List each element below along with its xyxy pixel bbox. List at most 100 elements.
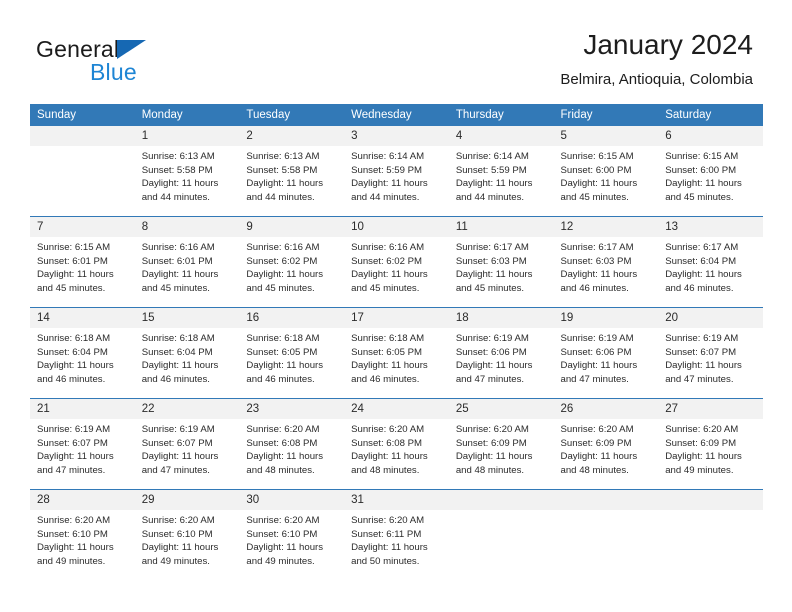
daylight-line-1: Daylight: 11 hours [37,269,114,281]
sunset-line: Sunset: 6:01 PM [141,255,213,267]
calendar-day-cell[interactable]: 3 Sunrise: 6:14 AM Sunset: 5:59 PM Daylight… [344,126,449,217]
daylight-line-1: Daylight: 11 hours [665,451,742,463]
day-number: 8 [134,217,240,237]
calendar-day-cell[interactable]: 16 Sunrise: 6:18 AM Sunset: 6:05 PM Dayligh… [239,307,345,399]
daylight-line-2: and 47 minutes. [665,373,734,385]
calendar-day-cell[interactable]: 24 Sunrise: 6:20 AM Sunset: 6:08 PM Dayligh… [344,398,449,490]
day-sun-info: Sunrise: 6:17 AM Sunset: 6:04 PM Daylight:… [658,237,763,295]
daylight-line-1: Daylight: 11 hours [351,178,428,190]
day-number [448,490,554,510]
calendar-day-cell[interactable]: 22 Sunrise: 6:19 AM Sunset: 6:07 PM Dayligh… [134,398,240,490]
day-sun-info: Sunrise: 6:19 AM Sunset: 6:07 PM Daylight:… [30,419,135,477]
calendar-day-cell[interactable]: 12 Sunrise: 6:17 AM Sunset: 6:03 PM Dayligh… [553,216,659,308]
calendar-page: General Blue January 2024 Belmira, Antio… [0,0,792,612]
sunrise-line: Sunrise: 6:18 AM [141,333,215,344]
calendar-day-cell[interactable]: 5 Sunrise: 6:15 AM Sunset: 6:00 PM Daylight… [553,126,659,217]
calendar-day-cell[interactable]: 9 Sunrise: 6:16 AM Sunset: 6:02 PM Daylight… [239,216,345,308]
page-header: General Blue January 2024 Belmira, Antio… [0,0,792,100]
sunset-line: Sunset: 6:10 PM [141,528,213,540]
day-sun-info: Sunrise: 6:18 AM Sunset: 6:04 PM Daylight:… [135,328,240,386]
logo-triangle-icon [117,40,146,59]
calendar-day-cell[interactable]: 1 Sunrise: 6:13 AM Sunset: 5:58 PM Daylight… [134,126,240,217]
sunset-line: Sunset: 6:03 PM [560,255,632,267]
day-number [553,490,659,510]
day-number [30,126,135,146]
calendar-week-row: 28 Sunrise: 6:20 AM Sunset: 6:10 PM Dayligh… [30,489,763,580]
day-sun-info: Sunrise: 6:13 AM Sunset: 5:58 PM Daylight:… [135,146,240,204]
daylight-line-2: and 45 minutes. [455,282,525,294]
calendar-day-cell[interactable]: 31 Sunrise: 6:20 AM Sunset: 6:11 PM Dayligh… [344,489,449,580]
sunset-line: Sunset: 6:09 PM [560,437,632,449]
calendar-day-cell[interactable]: 2 Sunrise: 6:13 AM Sunset: 5:58 PM Daylight… [239,126,345,217]
day-number: 30 [239,490,345,510]
calendar-day-cell[interactable]: 29 Sunrise: 6:20 AM Sunset: 6:10 PM Dayligh… [134,489,240,580]
daylight-line-1: Daylight: 11 hours [455,360,533,372]
sunset-line: Sunset: 6:02 PM [351,255,423,267]
sunrise-line: Sunrise: 6:20 AM [37,515,111,526]
day-sun-info: Sunrise: 6:20 AM Sunset: 6:10 PM Daylight:… [30,510,135,568]
day-sun-info: Sunrise: 6:15 AM Sunset: 6:00 PM Daylight:… [554,146,659,204]
calendar-header-row: Sunday Monday Tuesday Wednesday Thursday Frid… [30,104,763,126]
sunrise-line: Sunrise: 6:20 AM [141,515,215,526]
calendar-day-cell[interactable]: 25 Sunrise: 6:20 AM Sunset: 6:09 PM Dayligh… [448,398,554,490]
sunrise-line: Sunrise: 6:17 AM [665,242,739,253]
calendar-day-cell[interactable]: 13 Sunrise: 6:17 AM Sunset: 6:04 PM Dayligh… [658,216,763,308]
daylight-line-2: and 45 minutes. [351,282,420,294]
day-sun-info: Sunrise: 6:20 AM Sunset: 6:09 PM Daylight:… [554,419,659,477]
day-number: 21 [30,399,135,419]
calendar-day-cell[interactable]: 15 Sunrise: 6:18 AM Sunset: 6:04 PM Dayligh… [134,307,240,399]
calendar-day-cell[interactable]: 21 Sunrise: 6:19 AM Sunset: 6:07 PM Dayligh… [30,398,135,490]
day-number: 4 [448,126,554,146]
calendar-day-cell-empty [30,126,135,217]
calendar-day-cell[interactable]: 8 Sunrise: 6:16 AM Sunset: 6:01 PM Daylight… [134,216,240,308]
calendar-day-cell[interactable]: 20 Sunrise: 6:19 AM Sunset: 6:07 PM Dayligh… [658,307,763,399]
page-subtitle: Belmira, Antioquia, Colombia [560,71,753,88]
calendar-day-cell[interactable]: 11 Sunrise: 6:17 AM Sunset: 6:03 PM Dayligh… [448,216,554,308]
daylight-line-1: Daylight: 11 hours [560,451,638,463]
day-number: 6 [658,126,763,146]
calendar-day-cell[interactable]: 23 Sunrise: 6:20 AM Sunset: 6:08 PM Dayligh… [239,398,345,490]
sunset-line: Sunset: 5:59 PM [455,164,527,176]
calendar-day-cell[interactable]: 19 Sunrise: 6:19 AM Sunset: 6:06 PM Dayligh… [553,307,659,399]
day-sun-info: Sunrise: 6:18 AM Sunset: 6:04 PM Daylight:… [30,328,135,386]
sunset-line: Sunset: 6:07 PM [141,437,213,449]
daylight-line-2: and 48 minutes. [246,464,315,476]
calendar-day-cell[interactable]: 14 Sunrise: 6:18 AM Sunset: 6:04 PM Dayligh… [30,307,135,399]
daylight-line-2: and 46 minutes. [246,373,315,385]
calendar-day-cell[interactable]: 10 Sunrise: 6:16 AM Sunset: 6:02 PM Dayligh… [344,216,449,308]
calendar-day-cell[interactable]: 4 Sunrise: 6:14 AM Sunset: 5:59 PM Daylight… [448,126,554,217]
calendar-day-cell[interactable]: 6 Sunrise: 6:15 AM Sunset: 6:00 PM Daylight… [658,126,763,217]
calendar-day-cell[interactable]: 27 Sunrise: 6:20 AM Sunset: 6:09 PM Dayligh… [658,398,763,490]
daylight-line-2: and 44 minutes. [351,191,420,203]
calendar-day-cell[interactable]: 18 Sunrise: 6:19 AM Sunset: 6:06 PM Dayligh… [448,307,554,399]
day-sun-info: Sunrise: 6:15 AM Sunset: 6:00 PM Daylight:… [658,146,763,204]
daylight-line-1: Daylight: 11 hours [665,360,742,372]
daylight-line-1: Daylight: 11 hours [455,178,533,190]
day-number: 15 [134,308,240,328]
daylight-line-1: Daylight: 11 hours [351,360,428,372]
calendar-day-cell[interactable]: 26 Sunrise: 6:20 AM Sunset: 6:09 PM Dayligh… [553,398,659,490]
daylight-line-2: and 46 minutes. [560,282,629,294]
day-number: 27 [658,399,763,419]
weekday-header-tuesday: Tuesday [239,104,345,126]
calendar-day-cell[interactable]: 30 Sunrise: 6:20 AM Sunset: 6:10 PM Dayligh… [239,489,345,580]
calendar-body: 1 Sunrise: 6:13 AM Sunset: 5:58 PM Daylight… [30,126,763,580]
sunrise-line: Sunrise: 6:20 AM [351,424,425,435]
daylight-line-2: and 49 minutes. [141,555,210,567]
calendar-day-cell-empty [658,489,763,580]
day-number: 16 [239,308,345,328]
calendar-day-cell[interactable]: 7 Sunrise: 6:15 AM Sunset: 6:01 PM Daylight… [30,216,135,308]
calendar-day-cell[interactable]: 17 Sunrise: 6:18 AM Sunset: 6:05 PM Dayligh… [344,307,449,399]
daylight-line-2: and 44 minutes. [455,191,525,203]
daylight-line-2: and 47 minutes. [455,373,525,385]
daylight-line-2: and 48 minutes. [351,464,420,476]
general-blue-logo[interactable]: General Blue [36,36,236,92]
day-sun-info: Sunrise: 6:19 AM Sunset: 6:07 PM Daylight:… [658,328,763,386]
day-number: 23 [239,399,345,419]
calendar-day-cell[interactable]: 28 Sunrise: 6:20 AM Sunset: 6:10 PM Dayligh… [30,489,135,580]
day-number [658,490,763,510]
daylight-line-2: and 45 minutes. [141,282,210,294]
daylight-line-2: and 46 minutes. [351,373,420,385]
sunrise-line: Sunrise: 6:19 AM [37,424,111,435]
daylight-line-1: Daylight: 11 hours [141,542,219,554]
